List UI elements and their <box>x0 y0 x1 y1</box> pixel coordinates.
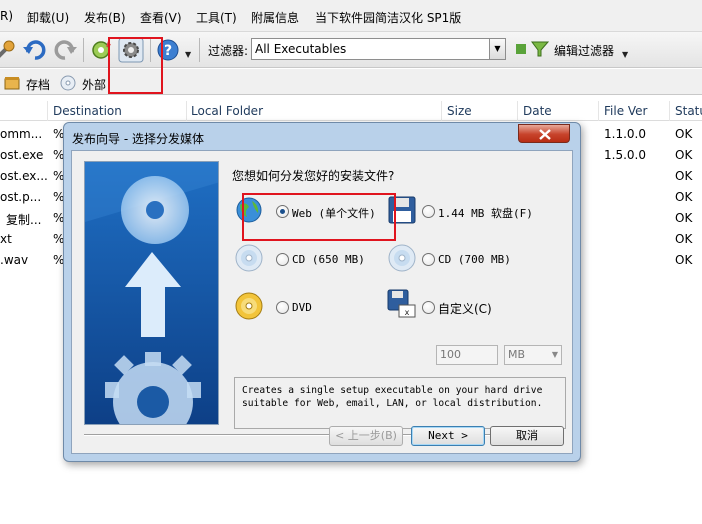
file-list-header: Destination Local Folder Size Date File … <box>0 101 702 121</box>
dialog-title: 发布向导 - 选择分发媒体 <box>72 132 204 146</box>
toolbar: ? ▼ 过滤器: All Executables ▼ 编辑过滤器 ▼ <box>0 32 702 68</box>
floppy-radio[interactable] <box>422 205 435 218</box>
highlight-annotation-box <box>242 193 396 241</box>
distribution-question: 您想如何分发您好的安装文件? <box>232 169 395 183</box>
custom-media-icon: x <box>387 289 417 319</box>
undo-icon[interactable] <box>22 37 48 63</box>
dvd-radio[interactable] <box>276 301 289 314</box>
status-cell: OK <box>675 232 693 246</box>
filter-label: 过滤器: <box>208 44 249 58</box>
status-cell: OK <box>675 148 693 162</box>
status-cell: OK <box>675 253 693 267</box>
custom-unit-value: MB <box>508 348 526 361</box>
svg-text:x: x <box>405 308 410 317</box>
column-divider[interactable] <box>186 101 187 121</box>
file-name-cell: xt <box>0 232 12 246</box>
cancel-button[interactable]: 取消 <box>490 426 564 446</box>
chevron-down-icon: ▼ <box>551 350 558 359</box>
status-cell: OK <box>675 169 693 183</box>
toolbar-separator <box>199 38 200 62</box>
publish-wizard-dialog: 发布向导 - 选择分发媒体 您想如何分发您好的安装文件? Web (单个文件) … <box>63 122 581 462</box>
dvd-option-label[interactable]: DVD <box>292 301 312 314</box>
menu-item-localization-info[interactable]: 当下软件园简洁汉化 SP1版 <box>315 9 461 26</box>
column-header-destination[interactable]: Destination <box>53 104 122 118</box>
filter-value: All Executables <box>255 42 347 56</box>
column-header-size[interactable]: Size <box>447 104 472 118</box>
highlight-annotation-box <box>108 37 163 94</box>
cd-icon <box>234 243 264 273</box>
chevron-down-icon[interactable]: ▼ <box>622 50 628 59</box>
svg-text:?: ? <box>164 43 172 59</box>
close-button[interactable] <box>518 124 570 143</box>
toolbar-separator <box>83 38 84 62</box>
column-divider[interactable] <box>669 101 670 121</box>
redo-icon[interactable] <box>52 37 78 63</box>
menu-item-publish[interactable]: 发布(B) <box>84 9 126 26</box>
custom-size-value: 100 <box>440 348 461 361</box>
column-header-file-version[interactable]: File Ver <box>604 104 648 118</box>
file-name-cell: 复制... <box>6 213 42 227</box>
menu-item-tools[interactable]: 工具(T) <box>196 9 237 26</box>
tool-icon[interactable] <box>0 37 18 63</box>
edit-filter-label: 编辑过滤器 <box>554 44 615 58</box>
file-name-cell: ost.exe <box>0 148 44 162</box>
file-name-cell: ost.p... <box>0 190 42 204</box>
file-version-cell: 1.5.0.0 <box>604 148 646 162</box>
custom-radio[interactable] <box>422 301 435 314</box>
cd-icon <box>60 75 76 91</box>
column-divider[interactable] <box>598 101 599 121</box>
chevron-down-icon[interactable]: ▼ <box>185 50 191 59</box>
tab-external-label: 外部 <box>82 78 107 92</box>
cd-700-radio[interactable] <box>422 253 435 266</box>
file-name-cell: omm... <box>0 127 43 141</box>
cd-700-option-label[interactable]: CD (700 MB) <box>438 253 511 266</box>
back-button[interactable]: < 上一步(B) <box>329 426 403 446</box>
wizard-illustration <box>84 161 219 425</box>
file-name-cell: ost.ex... <box>0 169 48 183</box>
column-divider[interactable] <box>517 101 518 121</box>
chevron-down-icon[interactable]: ▼ <box>489 39 505 59</box>
file-name-cell: .wav <box>0 253 29 267</box>
custom-unit-select[interactable]: MB ▼ <box>504 345 562 365</box>
status-cell: OK <box>675 211 693 225</box>
column-divider[interactable] <box>441 101 442 121</box>
menu-item-partial[interactable]: R) <box>0 9 13 23</box>
file-version-cell: 1.1.0.0 <box>604 127 646 141</box>
menu-item-uninstall[interactable]: 卸载(U) <box>27 9 69 26</box>
cd-650-radio[interactable] <box>276 253 289 266</box>
column-header-status[interactable]: Statu <box>675 104 702 118</box>
dvd-icon <box>234 291 264 321</box>
custom-size-input[interactable]: 100 <box>436 345 498 365</box>
column-header-local-folder[interactable]: Local Folder <box>191 104 263 118</box>
option-description-box: Creates a single setup executable on you… <box>234 377 566 429</box>
custom-option-label[interactable]: 自定义(C) <box>438 300 492 317</box>
status-cell: OK <box>675 127 693 141</box>
cd-650-option-label[interactable]: CD (650 MB) <box>292 253 365 266</box>
menu-item-extra-info[interactable]: 附属信息 <box>251 9 299 26</box>
cd-icon <box>387 243 417 273</box>
filter-icon <box>516 41 550 57</box>
close-icon <box>539 129 551 140</box>
column-header-date[interactable]: Date <box>523 104 552 118</box>
status-cell: OK <box>675 190 693 204</box>
column-divider[interactable] <box>47 101 48 121</box>
filter-dropdown[interactable]: All Executables ▼ <box>251 38 506 60</box>
tab-archive-label: 存档 <box>26 78 51 92</box>
tab-bar: 存档 外部 <box>0 69 702 95</box>
next-button[interactable]: Next > <box>411 426 485 446</box>
menu-item-view[interactable]: 查看(V) <box>140 9 182 26</box>
menu-bar: R) 卸载(U) 发布(B) 查看(V) 工具(T) 附属信息 当下软件园简洁汉… <box>0 0 702 32</box>
floppy-option-label[interactable]: 1.44 MB 软盘(F) <box>438 205 533 221</box>
option-description-text: Creates a single setup executable on you… <box>242 385 549 409</box>
archive-icon <box>4 77 20 90</box>
